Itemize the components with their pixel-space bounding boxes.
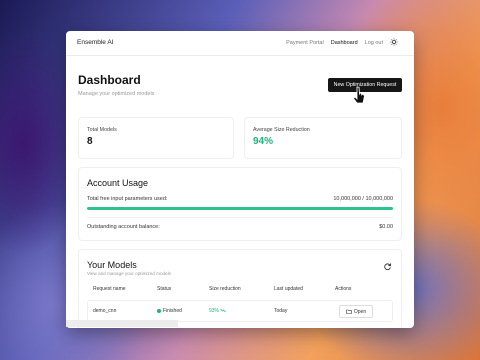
cell-last-updated: Today <box>274 308 288 314</box>
balance-label: Outstanding account balance: <box>87 224 160 230</box>
column-header-request-name: Request name <box>93 286 126 292</box>
your-models-card: Your Models View and manage your optimiz… <box>78 249 402 328</box>
nav-log-out[interactable]: Log out <box>365 40 383 46</box>
brand-logo[interactable]: Ensemble AI <box>77 39 114 46</box>
nav-links: Payment Portal Dashboard Log out <box>286 38 398 47</box>
open-button-label: Open <box>353 308 367 315</box>
refresh-icon[interactable] <box>383 262 392 271</box>
total-models-label: Total Models <box>87 127 117 133</box>
cell-size-reduction: 93% <box>209 308 227 314</box>
page-title: Dashboard <box>78 73 141 87</box>
browser-window: Ensemble AI Payment Portal Dashboard Log… <box>66 31 414 328</box>
total-models-card: Total Models 8 <box>78 117 234 159</box>
usage-progress-fill <box>87 207 393 210</box>
page-subtitle: Manage your optimized models <box>78 91 155 97</box>
status-dot-icon <box>157 308 161 313</box>
size-reduction-value: 93% <box>209 308 220 314</box>
params-used-label: Total free input parameters used: <box>87 196 168 202</box>
params-used-value: 10,000,000 / 10,000,000 <box>333 196 393 202</box>
nav-dashboard[interactable]: Dashboard <box>331 40 358 46</box>
column-header-size-reduction: Size reduction <box>209 286 241 292</box>
folder-icon <box>346 309 352 314</box>
your-models-title: Your Models <box>87 260 137 270</box>
top-navigation-bar: Ensemble AI Payment Portal Dashboard Log… <box>66 31 414 56</box>
nav-payment-portal[interactable]: Payment Portal <box>286 40 324 46</box>
usage-divider <box>87 217 393 218</box>
account-usage-card: Account Usage Total free input parameter… <box>78 167 402 241</box>
cell-status: Finished <box>157 308 182 314</box>
column-header-last-updated: Last updated <box>274 286 303 292</box>
cell-request-name: demo_cnn <box>93 308 117 314</box>
average-reduction-value: 94% <box>253 136 274 147</box>
status-text: Finished <box>163 308 182 314</box>
browser-status-bar <box>66 320 178 327</box>
your-models-subtitle: View and manage your optimized models <box>87 271 171 276</box>
sun-icon[interactable] <box>390 38 398 46</box>
mouse-pointer-icon <box>352 86 365 104</box>
total-models-value: 8 <box>87 136 93 147</box>
column-header-status: Status <box>157 286 172 292</box>
column-header-actions: Actions <box>335 286 352 292</box>
account-usage-title: Account Usage <box>87 178 149 188</box>
trending-down-icon <box>220 308 227 313</box>
open-model-button[interactable]: Open <box>339 305 373 318</box>
average-reduction-label: Average Size Reduction <box>253 127 310 133</box>
balance-value: $0.00 <box>379 224 393 230</box>
average-reduction-card: Average Size Reduction 94% <box>244 117 402 159</box>
usage-progress-bar <box>87 207 393 210</box>
table-row: demo_cnn Finished 93% Today Open <box>87 300 393 322</box>
